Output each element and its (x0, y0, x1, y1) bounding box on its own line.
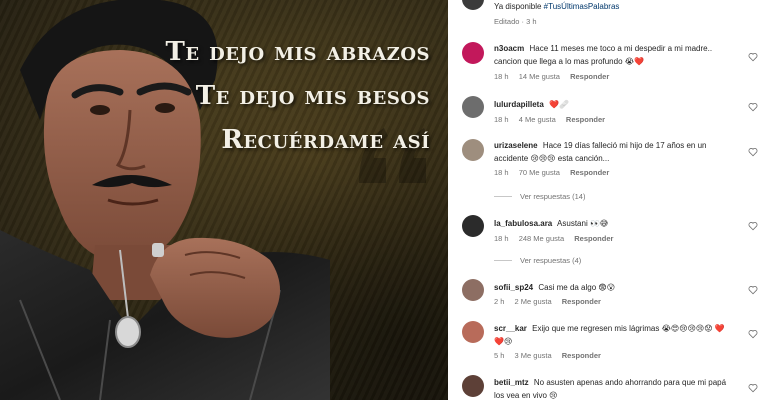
avatar[interactable] (462, 215, 484, 237)
comment-text: Asustani (557, 219, 588, 228)
replies-divider (494, 196, 512, 197)
lyrics-overlay: Te dejo mis abrazos Te dejo mis besos Re… (165, 30, 430, 162)
comment-time: 18 h (494, 234, 509, 243)
reply-button[interactable]: Responder (562, 297, 601, 306)
comment-username[interactable]: lulurdapilleta (494, 100, 544, 109)
comment-text: Exijo que me regresen mis lágrimas (532, 324, 660, 333)
comment-emoji: 😭❤️ (624, 57, 645, 66)
comment-body: n3oacm Hace 11 meses me toco a mi desped… (494, 42, 734, 68)
avatar[interactable] (462, 139, 484, 161)
comment-text: Casi me da algo (538, 283, 597, 292)
avatar[interactable] (462, 96, 484, 118)
post-caption: Ya disponible #TusÚltimasPalabras (494, 0, 756, 13)
view-replies-label: Ver respuestas (14) (520, 192, 586, 201)
comment-body: urizaselene Hace 19 días falleció mi hij… (494, 139, 734, 165)
comment-likes[interactable]: 70 Me gusta (519, 168, 560, 177)
heart-outline-icon[interactable] (748, 383, 758, 393)
heart-outline-icon[interactable] (748, 285, 758, 295)
comment-meta: 18 h 248 Me gusta Responder (494, 234, 621, 243)
comment-likes[interactable]: 3 Me gusta (515, 351, 552, 360)
comment-username[interactable]: urizaselene (494, 141, 538, 150)
comment-body: betii_mtz No asusten apenas ando ahorran… (494, 376, 734, 400)
comment-meta: 5 h 3 Me gusta Responder (494, 351, 609, 360)
comment-body: sofii_sp24 Casi me da algo 😨😮 (494, 281, 734, 294)
comment-likes[interactable]: 4 Me gusta (519, 115, 556, 124)
reply-button[interactable]: Responder (562, 351, 601, 360)
comment-time: 5 h (494, 351, 505, 360)
comment-likes[interactable]: 2 Me gusta (515, 297, 552, 306)
comment-time: 18 h (494, 168, 509, 177)
heart-outline-icon[interactable] (748, 102, 758, 112)
comment-username[interactable]: n3oacm (494, 44, 524, 53)
reply-button[interactable]: Responder (570, 72, 609, 81)
heart-outline-icon[interactable] (748, 329, 758, 339)
heart-outline-icon[interactable] (748, 147, 758, 157)
view-replies-button[interactable]: Ver respuestas (14) (494, 192, 585, 201)
comment-meta: 2 h 2 Me gusta Responder (494, 297, 609, 306)
lyrics-line-3: Recuérdame así (221, 125, 430, 155)
comments-panel[interactable]: Ya disponible #TusÚltimasPalabras Editad… (448, 0, 768, 400)
caption-text: Ya disponible (494, 2, 544, 11)
heart-outline-icon[interactable] (748, 221, 758, 231)
comment-time: 2 h (494, 297, 505, 306)
lyrics-line-2: Te dejo mis besos (195, 81, 430, 111)
view-replies-button[interactable]: Ver respuestas (4) (494, 256, 581, 265)
reply-button[interactable]: Responder (574, 234, 613, 243)
comment-body: la_fabulosa.ara Asustani 👀😅 (494, 217, 734, 230)
avatar[interactable] (462, 42, 484, 64)
comment-username[interactable]: sofii_sp24 (494, 283, 533, 292)
caption-meta: Editado · 3 h (494, 17, 537, 26)
comment-meta: 18 h 4 Me gusta Responder (494, 115, 613, 124)
comment-time: 18 h (494, 115, 509, 124)
comment-username[interactable]: scr__kar (494, 324, 527, 333)
comment-username[interactable]: betii_mtz (494, 378, 529, 387)
comment-emoji: 😨😮 (598, 283, 616, 292)
replies-divider (494, 260, 512, 261)
comment-likes[interactable]: 248 Me gusta (519, 234, 564, 243)
avatar[interactable] (462, 279, 484, 301)
comment-text: Hace 11 meses me toco a mi despedir a mi… (494, 44, 713, 66)
view-replies-label: Ver respuestas (4) (520, 256, 582, 265)
comment-username[interactable]: la_fabulosa.ara (494, 219, 552, 228)
comment-meta: 18 h 14 Me gusta Responder (494, 72, 617, 81)
comment-body: scr__kar Exijo que me regresen mis lágri… (494, 322, 734, 348)
heart-outline-icon[interactable] (748, 52, 758, 62)
comment-likes[interactable]: 14 Me gusta (519, 72, 560, 81)
comment-emoji: 😭😍😢😢😢😟 (661, 324, 713, 333)
comment-emoji: 😢😢😢 (530, 154, 556, 163)
reply-button[interactable]: Responder (566, 115, 605, 124)
comment-emoji: ❤️🩹 (549, 100, 569, 109)
comment-time: 18 h (494, 72, 509, 81)
comment-body: lulurdapilleta ❤️🩹 (494, 98, 734, 111)
caption-hashtag[interactable]: #TusÚltimasPalabras (544, 2, 620, 11)
avatar[interactable] (462, 375, 484, 397)
comment-emoji: 👀😅 (589, 219, 609, 228)
reply-button[interactable]: Responder (570, 168, 609, 177)
lyrics-line-1: Te dejo mis abrazos (165, 37, 430, 67)
post-image[interactable]: Te dejo mis abrazos Te dejo mis besos Re… (0, 0, 448, 400)
author-avatar[interactable] (462, 0, 484, 10)
comment-text-continued: esta canción... (557, 154, 610, 163)
avatar[interactable] (462, 321, 484, 343)
comment-meta: 18 h 70 Me gusta Responder (494, 168, 617, 177)
comment-emoji: 😢 (549, 391, 558, 400)
